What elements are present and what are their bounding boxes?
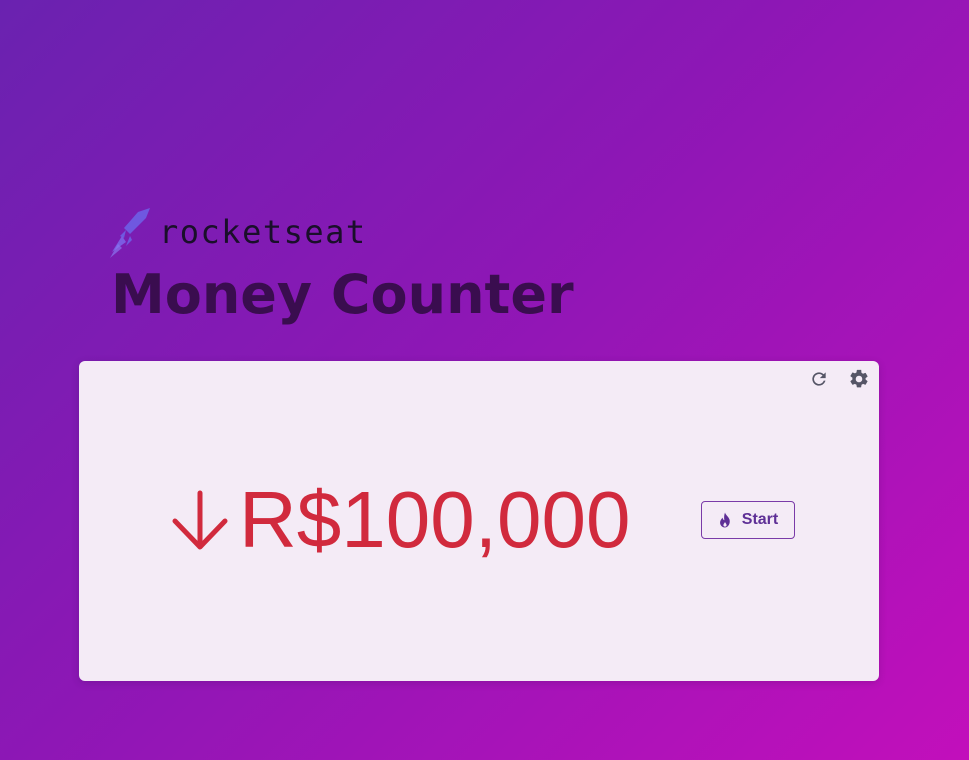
brand-name: rocketseat (159, 213, 367, 251)
page-title: Money Counter (111, 263, 574, 326)
brand: rocketseat (110, 207, 365, 258)
start-button[interactable]: Start (701, 501, 795, 539)
counter-card: R$100,000 Start (79, 361, 879, 681)
arrow-down-icon (172, 490, 228, 550)
refresh-icon (812, 372, 826, 386)
gear-icon (850, 369, 868, 388)
start-button-label: Start (741, 511, 779, 528)
money-amount: R$100,000 (239, 475, 631, 564)
amount-display: R$100,000 (169, 475, 630, 565)
reset-button[interactable] (807, 367, 831, 391)
flame-icon (719, 512, 730, 528)
rocket-logo-icon (110, 208, 150, 258)
settings-button[interactable] (847, 367, 871, 391)
